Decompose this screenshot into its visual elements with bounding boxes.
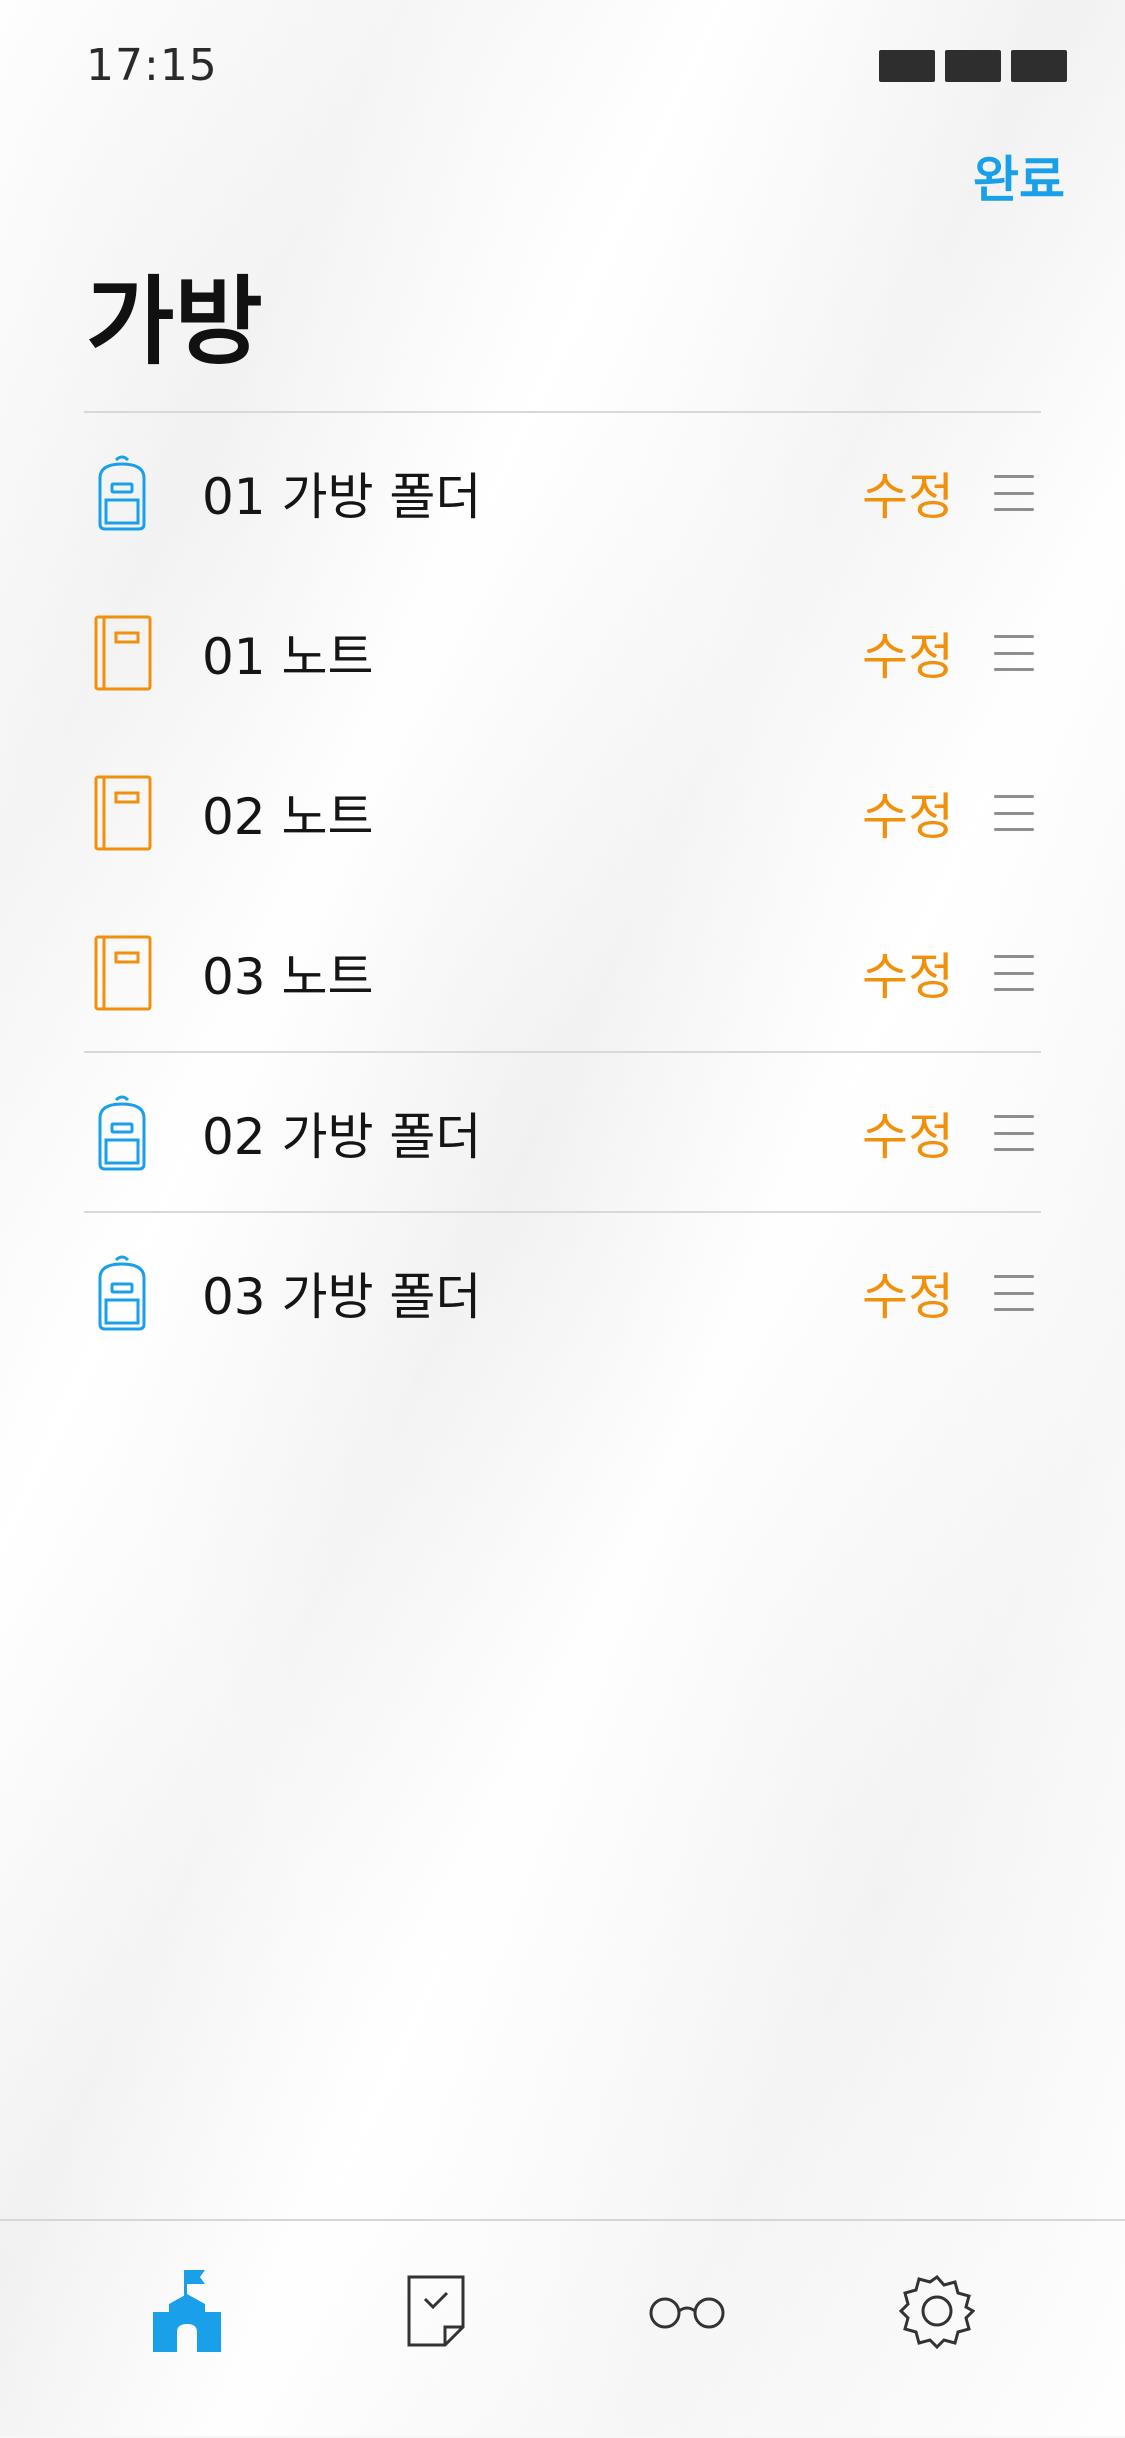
notebook-icon — [94, 765, 180, 861]
item-list: 01 가방 폴더 수정 01 노트 수정 02 노트 수정 03 노트 수정 0… — [84, 413, 1074, 1373]
section-divider — [84, 1051, 1041, 1053]
drag-handle-icon[interactable] — [994, 795, 1034, 831]
status-time: 17:15 — [86, 40, 218, 91]
wifi-indicator — [945, 50, 1001, 82]
notebook-icon — [94, 605, 180, 701]
tab-assignments[interactable] — [382, 2256, 492, 2366]
tab-settings[interactable] — [882, 2256, 992, 2366]
tab-bar — [0, 2219, 1125, 2438]
list-item-bag-folder-02[interactable]: 02 가방 폴더 수정 — [84, 1053, 1074, 1213]
backpack-icon — [94, 1245, 180, 1341]
done-button[interactable]: 완료 — [973, 140, 1065, 212]
battery-indicator — [1011, 50, 1067, 82]
notebook-icon — [94, 925, 180, 1021]
screen: 17:15 완료 가방 01 가방 폴더 수정 01 노트 수정 02 노트 수… — [0, 0, 1125, 2436]
edit-button[interactable]: 수정 — [862, 777, 954, 849]
list-item-bag-folder-01[interactable]: 01 가방 폴더 수정 — [84, 413, 1074, 573]
drag-handle-icon[interactable] — [994, 955, 1034, 991]
edit-button[interactable]: 수정 — [862, 457, 954, 529]
list-item-label: 01 노트 — [202, 628, 374, 686]
tab-school[interactable] — [132, 2256, 242, 2366]
list-item-label: 03 노트 — [202, 948, 374, 1006]
list-item-note-02[interactable]: 02 노트 수정 — [84, 733, 1074, 893]
edit-button[interactable]: 수정 — [862, 617, 954, 689]
edit-button[interactable]: 수정 — [862, 937, 954, 1009]
list-item-label: 01 가방 폴더 — [202, 468, 482, 526]
edit-button[interactable]: 수정 — [862, 1257, 954, 1329]
backpack-icon — [94, 1085, 180, 1181]
school-icon — [153, 2270, 221, 2352]
list-item-label: 02 노트 — [202, 788, 374, 846]
drag-handle-icon[interactable] — [994, 475, 1034, 511]
signal-indicator — [879, 50, 935, 82]
list-item-label: 03 가방 폴더 — [202, 1268, 482, 1326]
gear-icon — [899, 2274, 975, 2349]
page-title: 가방 — [86, 266, 263, 378]
drag-handle-icon[interactable] — [994, 635, 1034, 671]
tab-review[interactable] — [632, 2256, 742, 2366]
drag-handle-icon[interactable] — [994, 1275, 1034, 1311]
list-item-label: 02 가방 폴더 — [202, 1108, 482, 1166]
glasses-icon — [649, 2297, 725, 2329]
assignment-check-icon — [407, 2275, 465, 2347]
drag-handle-icon[interactable] — [994, 1115, 1034, 1151]
list-item-note-03[interactable]: 03 노트 수정 — [84, 893, 1074, 1053]
section-divider — [84, 1211, 1041, 1213]
list-item-note-01[interactable]: 01 노트 수정 — [84, 573, 1074, 733]
status-indicators — [879, 50, 1067, 82]
backpack-icon — [94, 445, 180, 541]
list-item-bag-folder-03[interactable]: 03 가방 폴더 수정 — [84, 1213, 1074, 1373]
edit-button[interactable]: 수정 — [862, 1097, 954, 1169]
